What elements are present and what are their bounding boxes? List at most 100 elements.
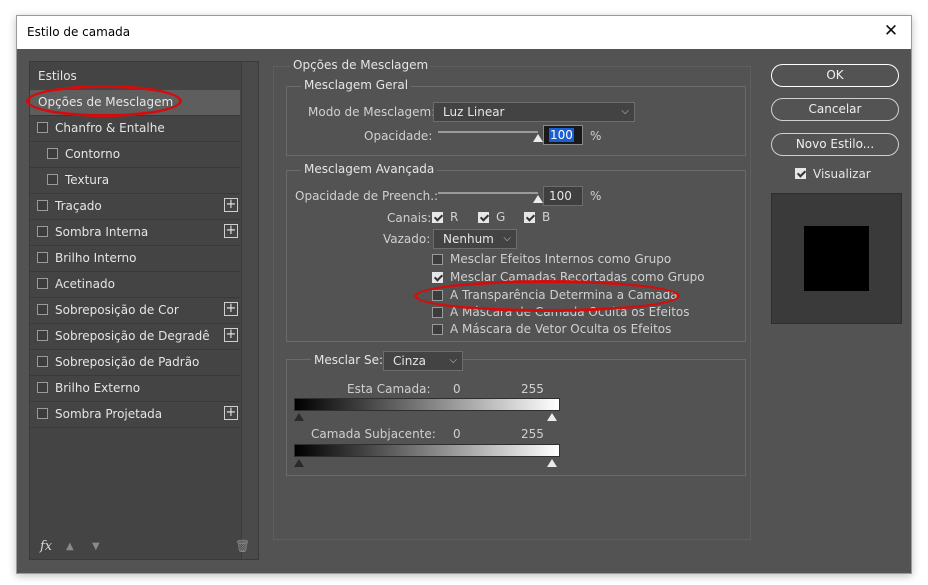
add-style-icon[interactable]: + — [224, 198, 238, 212]
this-layer-label: Esta Camada: — [347, 382, 431, 396]
cancel-button[interactable]: Cancelar — [771, 98, 899, 121]
opacity-input[interactable]: 100 — [543, 125, 583, 145]
trash-icon[interactable]: 🗑 — [235, 539, 250, 553]
underlying-layer-label: Camada Subjacente: — [311, 427, 436, 441]
fill-opacity-unit: % — [590, 189, 602, 203]
add-style-icon[interactable]: + — [224, 224, 238, 238]
style-preview — [771, 193, 902, 324]
sidebar-item-label: Contorno — [65, 147, 121, 161]
sidebar-item[interactable]: Acetinado — [30, 272, 240, 298]
underlying-layer-min: 0 — [453, 427, 461, 441]
underlying-layer-black-stop[interactable] — [294, 459, 304, 467]
sidebar-item-checkbox[interactable] — [37, 356, 48, 367]
close-icon[interactable]: ✕ — [881, 21, 901, 41]
sidebar-item-checkbox[interactable] — [37, 304, 48, 315]
this-layer-min: 0 — [453, 382, 461, 396]
chevron-down-icon: ⌵ — [503, 233, 511, 244]
chevron-down-icon: ⌵ — [621, 106, 629, 117]
add-style-icon[interactable]: + — [224, 406, 238, 420]
sidebar-item[interactable]: Brilho Externo — [30, 376, 240, 402]
sidebar-item-label: Acetinado — [55, 277, 115, 291]
new-style-button[interactable]: Novo Estilo... — [771, 133, 899, 156]
channel-r-checkbox[interactable] — [432, 212, 443, 223]
sidebar-item[interactable]: Sombra Interna + — [30, 220, 240, 246]
underlying-layer-white-stop[interactable] — [547, 459, 557, 467]
sidebar-item[interactable]: Sobreposição de Padrão — [30, 350, 240, 376]
knockout-value: Nenhum — [443, 232, 494, 246]
sidebar-item-checkbox[interactable] — [37, 278, 48, 289]
fill-opacity-slider-track[interactable] — [438, 192, 538, 194]
sidebar-item[interactable]: Sobreposição de Degradê + — [30, 324, 240, 350]
sidebar-item-checkbox[interactable] — [37, 330, 48, 341]
opacity-slider-thumb[interactable] — [533, 134, 543, 142]
move-down-icon[interactable]: ▼ — [92, 541, 100, 552]
sidebar-item-checkbox[interactable] — [37, 252, 48, 263]
underlying-layer-gradient — [294, 444, 560, 457]
sidebar-item[interactable]: Brilho Interno — [30, 246, 240, 272]
this-layer-max: 255 — [521, 382, 544, 396]
advanced-option-checkbox[interactable] — [432, 272, 443, 283]
sidebar-scrollbar[interactable] — [241, 62, 258, 559]
fill-opacity-input[interactable]: 100 — [543, 186, 583, 206]
advanced-option-label: A Máscara de Camada Oculta os Efeitos — [450, 305, 690, 319]
advanced-option-checkbox[interactable] — [432, 324, 443, 335]
fx-icon[interactable]: fx — [40, 539, 52, 554]
layer-style-dialog: Estilo de camada ✕ Estilos Opções de Mes… — [16, 15, 912, 574]
sidebar-item-label: Chanfro & Entalhe — [55, 121, 165, 135]
sidebar-item-label: Textura — [65, 173, 110, 187]
channel-r-label: R — [450, 210, 459, 224]
sidebar-item[interactable]: Traçado + — [30, 194, 240, 220]
sidebar-item-checkbox[interactable] — [37, 200, 48, 211]
blend-mode-dropdown[interactable]: Luz Linear ⌵ — [433, 102, 635, 122]
underlying-layer-max: 255 — [521, 427, 544, 441]
sidebar-item-label: Traçado — [55, 199, 102, 213]
advanced-blending-title: Mesclagem Avançada — [301, 162, 438, 176]
styles-sidebar: Estilos Opções de Mesclagem Chanfro & Ent… — [29, 61, 259, 560]
blend-if-group — [286, 359, 746, 476]
blend-if-label: Mesclar Se: — [311, 353, 387, 367]
sidebar-item-label: Sobreposição de Padrão — [55, 355, 200, 369]
sidebar-item-checkbox[interactable] — [37, 408, 48, 419]
sidebar-item-label: Sobreposição de Cor — [55, 303, 179, 317]
add-style-icon[interactable]: + — [224, 328, 238, 342]
knockout-label: Vazado: — [383, 232, 431, 246]
sidebar-item-label: Opções de Mesclagem — [38, 95, 174, 109]
channel-b-label: B — [542, 210, 551, 224]
sidebar-item[interactable]: Opções de Mesclagem — [30, 90, 240, 116]
sidebar-item[interactable]: Sombra Projetada + — [30, 402, 240, 428]
blending-options-title: Opções de Mesclagem — [290, 58, 432, 72]
sidebar-item[interactable]: Sobreposição de Cor + — [30, 298, 240, 324]
blend-if-dropdown[interactable]: Cinza ⌵ — [383, 351, 463, 371]
sidebar-item[interactable]: Chanfro & Entalhe — [30, 116, 240, 142]
add-style-icon[interactable]: + — [224, 302, 238, 316]
advanced-option-checkbox[interactable] — [432, 290, 443, 301]
sidebar-item-checkbox[interactable] — [37, 382, 48, 393]
advanced-option-checkbox[interactable] — [432, 254, 443, 265]
ok-button[interactable]: OK — [771, 64, 899, 87]
opacity-slider-track[interactable] — [438, 131, 538, 133]
sidebar-item[interactable]: Contorno — [30, 142, 240, 168]
channel-g-checkbox[interactable] — [478, 212, 489, 223]
styles-header[interactable]: Estilos — [38, 69, 77, 83]
fill-opacity-slider-thumb[interactable] — [533, 195, 543, 203]
advanced-option-label: A Máscara de Vetor Oculta os Efeitos — [450, 322, 672, 336]
sidebar-item-label: Sombra Interna — [55, 225, 149, 239]
sidebar-item-checkbox[interactable] — [47, 148, 58, 159]
this-layer-black-stop[interactable] — [294, 413, 304, 421]
blend-mode-label: Modo de Mesclagem: — [308, 105, 436, 119]
blend-if-value: Cinza — [393, 354, 426, 368]
sidebar-item-checkbox[interactable] — [37, 122, 48, 133]
sidebar-item[interactable]: Textura — [30, 168, 240, 194]
channel-g-label: G — [496, 210, 506, 224]
sidebar-item-checkbox[interactable] — [47, 174, 58, 185]
preview-label: Visualizar — [813, 167, 871, 181]
move-up-icon[interactable]: ▲ — [66, 541, 74, 552]
advanced-option-label: Mesclar Camadas Recortadas como Grupo — [450, 270, 705, 284]
sidebar-item-checkbox[interactable] — [37, 226, 48, 237]
preview-checkbox[interactable] — [795, 168, 806, 179]
this-layer-white-stop[interactable] — [547, 413, 557, 421]
advanced-option-checkbox[interactable] — [432, 307, 443, 318]
channel-b-checkbox[interactable] — [524, 212, 535, 223]
knockout-dropdown[interactable]: Nenhum ⌵ — [433, 229, 517, 249]
sidebar-item-label: Brilho Externo — [55, 381, 141, 395]
